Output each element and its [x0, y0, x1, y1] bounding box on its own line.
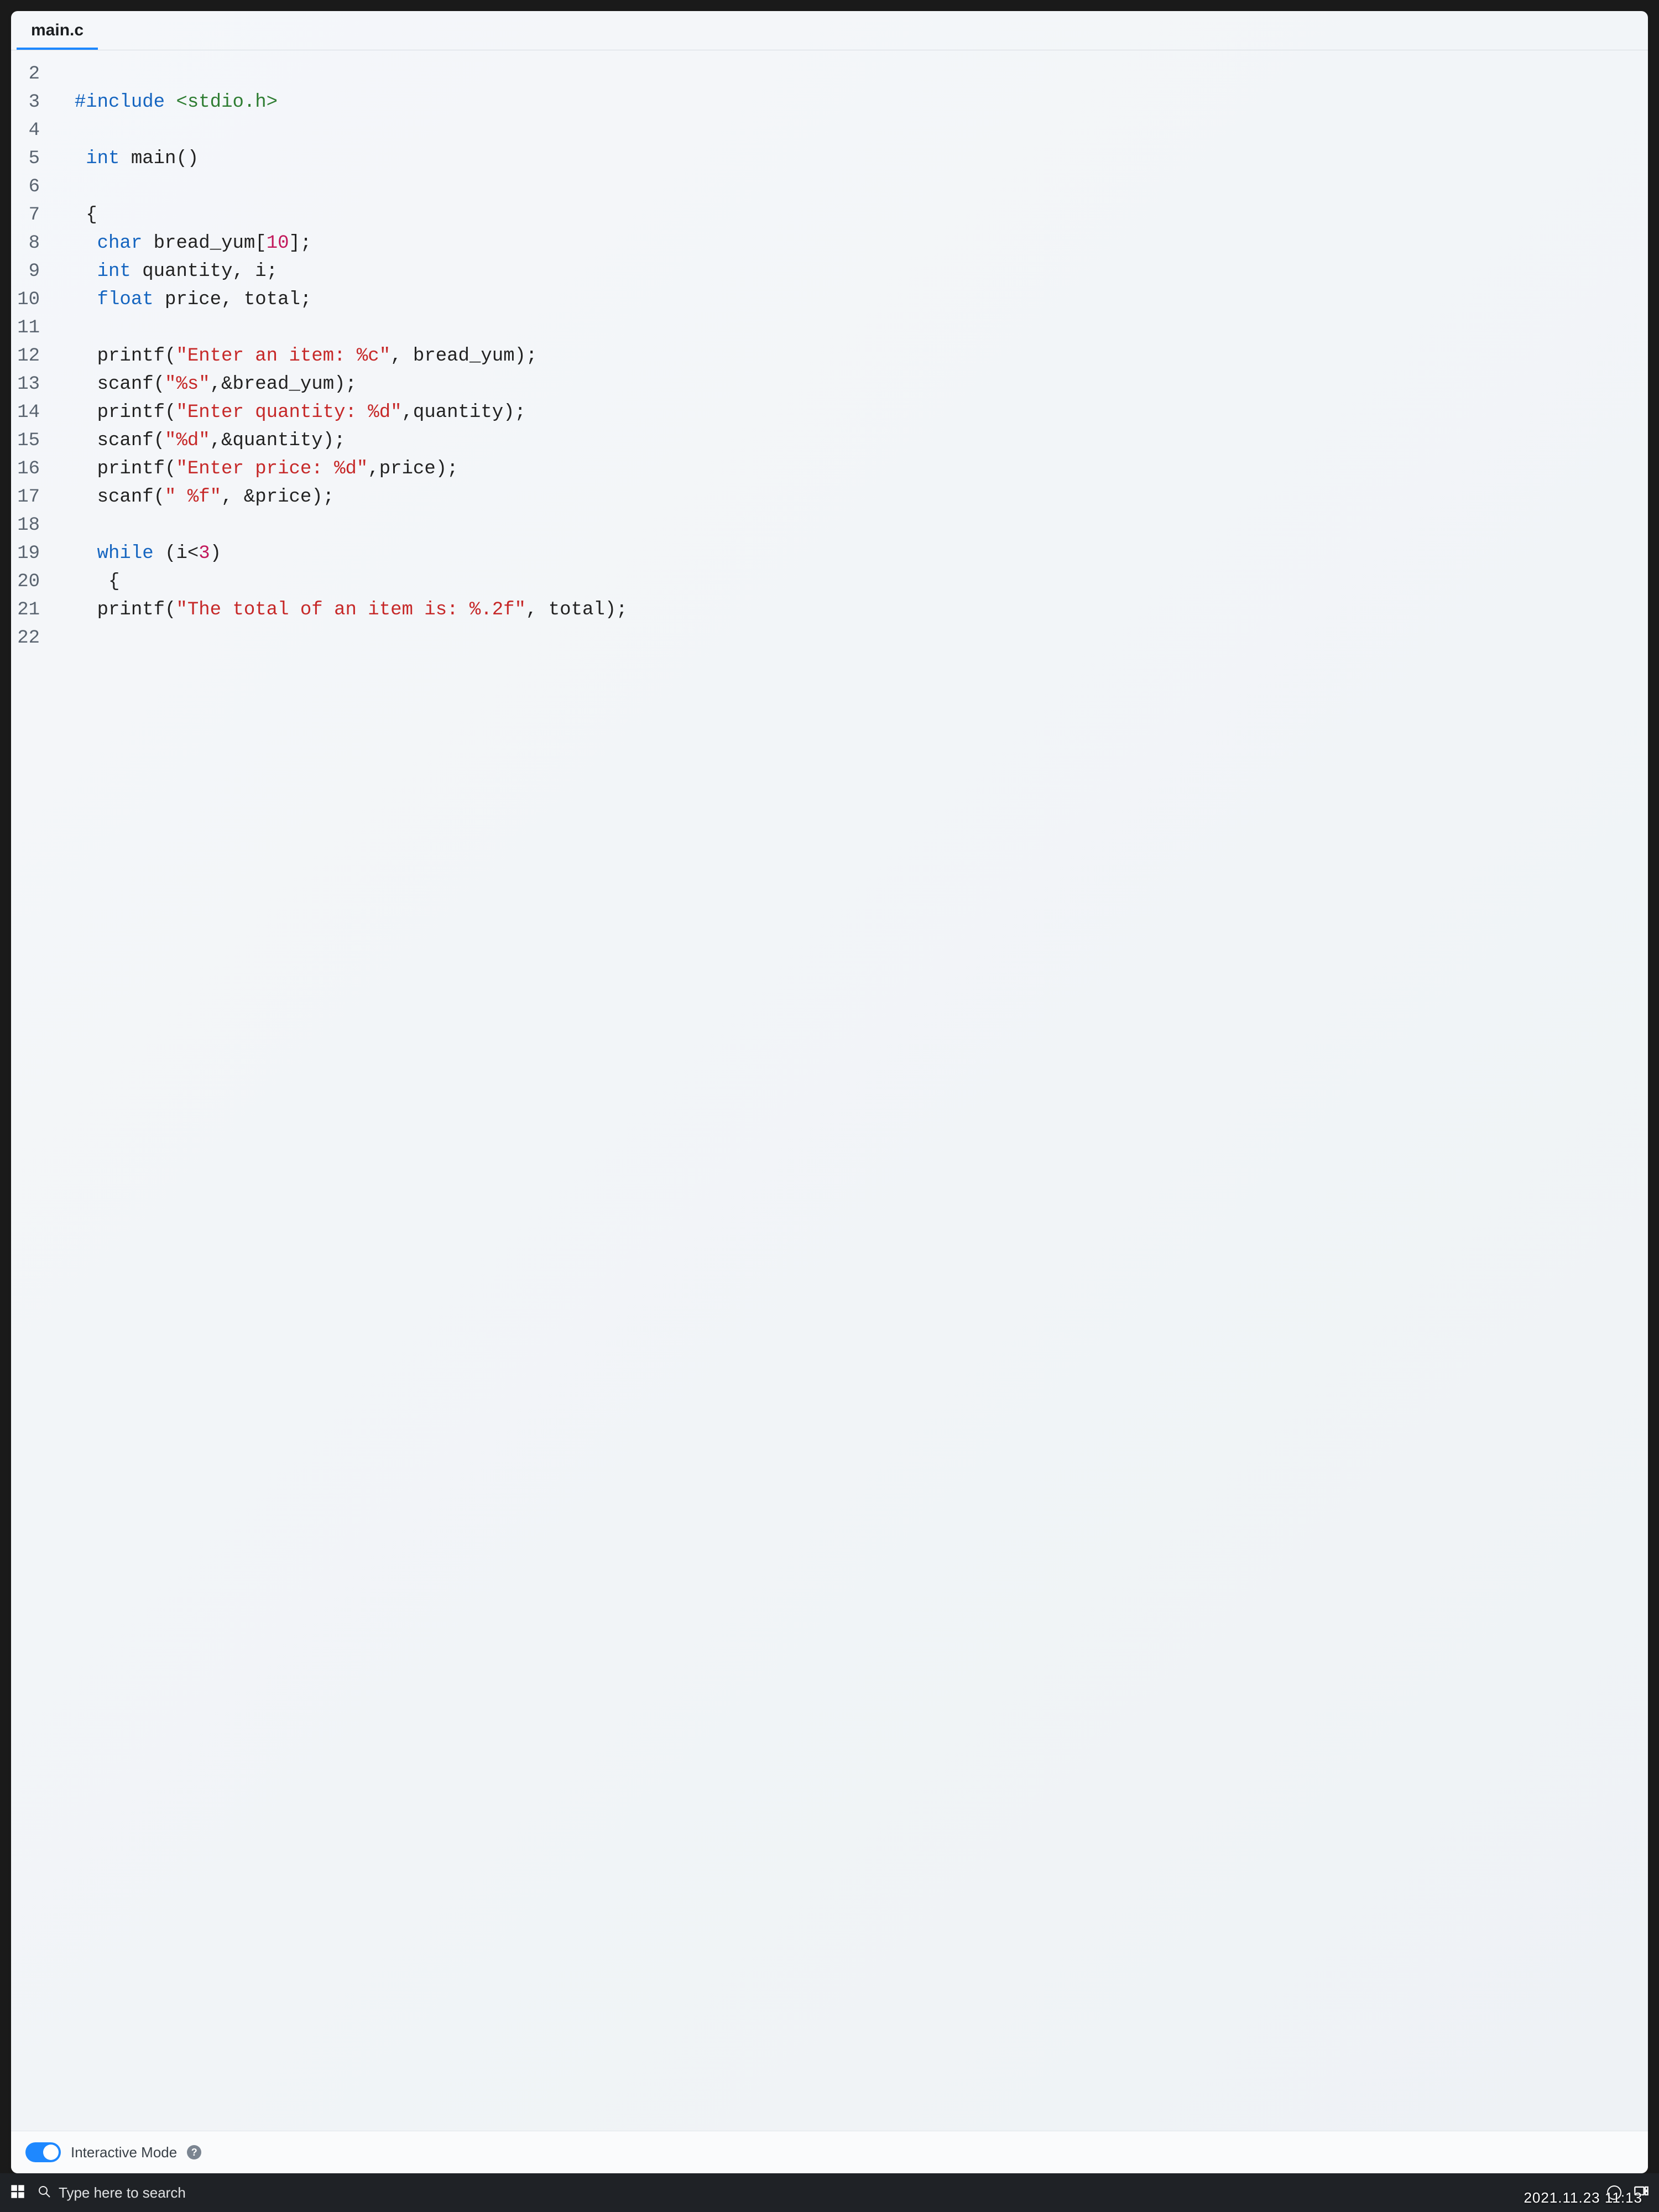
code-content: printf("Enter an item: %c", bread_yum); [52, 342, 537, 371]
help-icon[interactable]: ? [187, 2145, 201, 2159]
code-content: int quantity, i; [52, 258, 278, 286]
line-number: 3 [11, 88, 52, 117]
line-number: 15 [11, 427, 52, 455]
code-content: printf("Enter price: %d",price); [52, 455, 458, 483]
code-line[interactable]: 4 [11, 117, 1648, 145]
tab-label: main.c [31, 21, 84, 39]
code-line[interactable]: 14 printf("Enter quantity: %d",quantity)… [11, 399, 1648, 427]
code-content: char bread_yum[10]; [52, 229, 311, 258]
code-line[interactable]: 10 float price, total; [11, 286, 1648, 314]
code-content: { [52, 568, 119, 596]
code-line[interactable]: 11 [11, 314, 1648, 342]
code-content: float price, total; [52, 286, 311, 314]
line-number: 22 [11, 624, 52, 653]
code-line[interactable]: 3 #include <stdio.h> [11, 88, 1648, 117]
code-editor[interactable]: 23 #include <stdio.h>45 int main()67 {8 … [11, 50, 1648, 2131]
code-line[interactable]: 9 int quantity, i; [11, 258, 1648, 286]
windows-start-icon[interactable] [10, 2184, 25, 2202]
tab-main-c[interactable]: main.c [17, 11, 98, 50]
line-number: 17 [11, 483, 52, 512]
tab-bar: main.c [11, 11, 1648, 50]
search-icon [38, 2185, 51, 2201]
line-number: 9 [11, 258, 52, 286]
code-line[interactable]: 20 { [11, 568, 1648, 596]
line-number: 18 [11, 512, 52, 540]
windows-taskbar: Type here to search [0, 2173, 1659, 2212]
line-number: 12 [11, 342, 52, 371]
code-content: { [52, 201, 97, 229]
code-line[interactable]: 17 scanf(" %f", &price); [11, 483, 1648, 512]
line-number: 20 [11, 568, 52, 596]
line-number: 16 [11, 455, 52, 483]
line-number: 8 [11, 229, 52, 258]
code-content: while (i<3) [52, 540, 221, 568]
code-line[interactable]: 13 scanf("%s",&bread_yum); [11, 371, 1648, 399]
code-line[interactable]: 5 int main() [11, 145, 1648, 173]
code-line[interactable]: 16 printf("Enter price: %d",price); [11, 455, 1648, 483]
code-content: printf("Enter quantity: %d",quantity); [52, 399, 526, 427]
code-line[interactable]: 2 [11, 60, 1648, 88]
code-line[interactable]: 12 printf("Enter an item: %c", bread_yum… [11, 342, 1648, 371]
code-line[interactable]: 19 while (i<3) [11, 540, 1648, 568]
line-number: 14 [11, 399, 52, 427]
bottom-panel: Interactive Mode ? [11, 2131, 1648, 2173]
line-number: 6 [11, 173, 52, 201]
code-content: printf("The total of an item is: %.2f", … [52, 596, 628, 624]
code-content: int main() [52, 145, 199, 173]
code-line[interactable]: 22 [11, 624, 1648, 653]
photo-timestamp: 2021.11.23 11:13 [1524, 2189, 1642, 2206]
line-number: 11 [11, 314, 52, 342]
line-number: 13 [11, 371, 52, 399]
code-content: scanf("%d",&quantity); [52, 427, 346, 455]
line-number: 2 [11, 60, 52, 88]
interactive-mode-label: Interactive Mode [71, 2144, 177, 2161]
line-number: 19 [11, 540, 52, 568]
taskbar-search-placeholder: Type here to search [59, 2184, 186, 2201]
code-content: #include <stdio.h> [52, 88, 278, 117]
code-content: scanf("%s",&bread_yum); [52, 371, 357, 399]
editor-window: main.c 23 #include <stdio.h>45 int main(… [11, 11, 1648, 2173]
code-content: scanf(" %f", &price); [52, 483, 334, 512]
toggle-knob [43, 2145, 59, 2160]
line-number: 10 [11, 286, 52, 314]
code-line[interactable]: 8 char bread_yum[10]; [11, 229, 1648, 258]
line-number: 21 [11, 596, 52, 624]
interactive-mode-toggle[interactable] [25, 2142, 61, 2162]
code-line[interactable]: 21 printf("The total of an item is: %.2f… [11, 596, 1648, 624]
code-line[interactable]: 6 [11, 173, 1648, 201]
code-line[interactable]: 18 [11, 512, 1648, 540]
line-number: 4 [11, 117, 52, 145]
line-number: 7 [11, 201, 52, 229]
taskbar-search[interactable]: Type here to search [38, 2184, 1595, 2201]
code-line[interactable]: 15 scanf("%d",&quantity); [11, 427, 1648, 455]
line-number: 5 [11, 145, 52, 173]
code-line[interactable]: 7 { [11, 201, 1648, 229]
